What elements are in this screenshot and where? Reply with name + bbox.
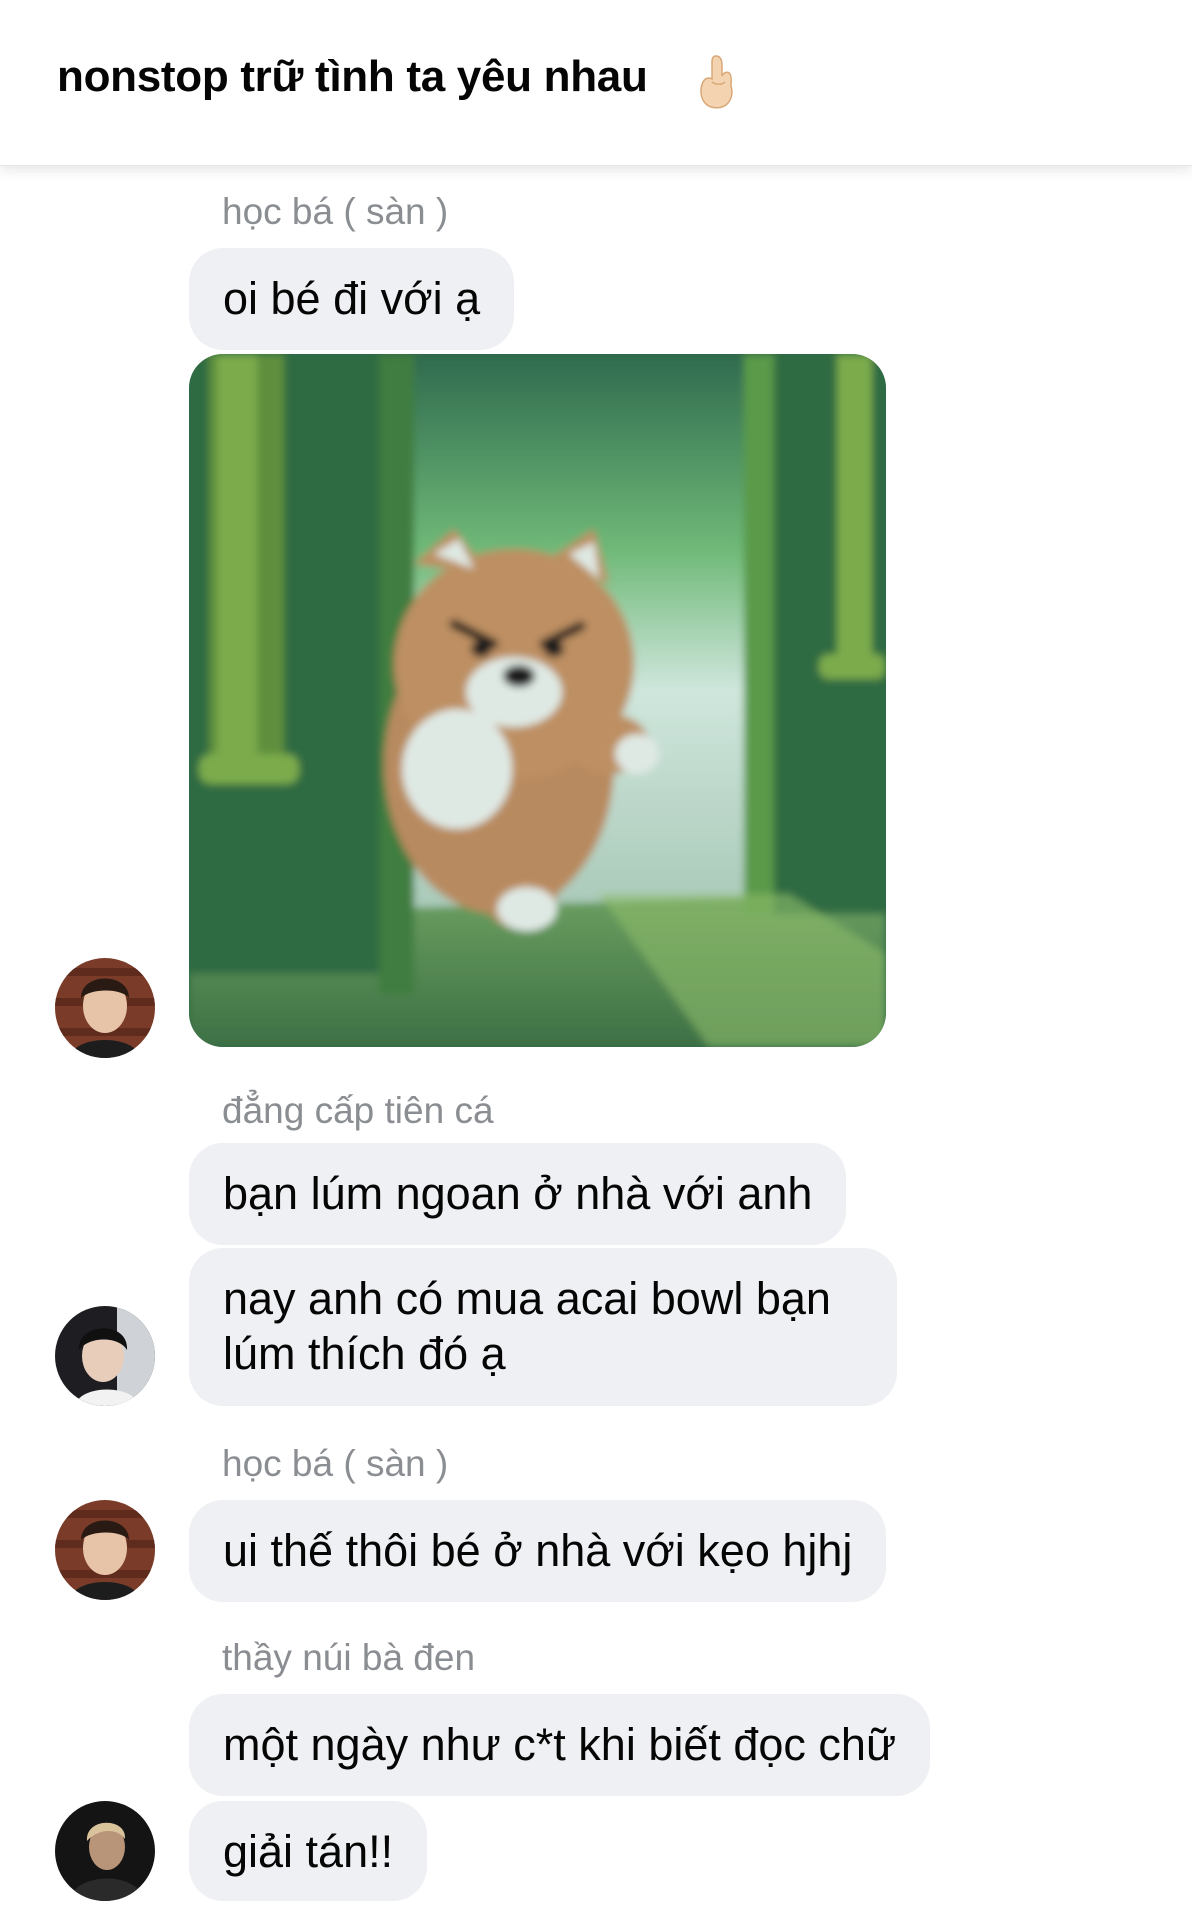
chat-screen: nonstop trữ tình ta yêu nhau học bá ( sà…	[0, 0, 1192, 1920]
sender-name: đẳng cấp tiên cá	[222, 1090, 494, 1131]
message-bubble[interactable]: ui thế thôi bé ở nhà với kẹo hjhj	[189, 1500, 887, 1602]
pinky-promise-hand-icon	[700, 55, 733, 109]
message-bubble[interactable]: nay anh có mua acai bowl bạn lúm thích đ…	[189, 1248, 897, 1406]
avatar[interactable]	[55, 1500, 155, 1600]
avatar[interactable]	[55, 1306, 155, 1406]
message-bubble[interactable]: giải tán!!	[189, 1801, 428, 1901]
chat-header: nonstop trữ tình ta yêu nhau	[0, 0, 1192, 166]
message-bubble[interactable]: bạn lúm ngoan ở nhà với anh	[189, 1143, 847, 1245]
chat-title[interactable]: nonstop trữ tình ta yêu nhau	[57, 52, 648, 102]
angry-bear-at-door-sticker[interactable]	[189, 354, 886, 1047]
sender-name: học bá ( sàn )	[222, 191, 449, 232]
sender-name: thầy núi bà đen	[222, 1637, 476, 1678]
message-bubble[interactable]: oi bé đi với ạ	[189, 248, 515, 350]
sender-name: học bá ( sàn )	[222, 1443, 449, 1484]
avatar[interactable]	[55, 1801, 155, 1901]
avatar[interactable]	[55, 958, 155, 1058]
message-bubble[interactable]: một ngày như c*t khi biết đọc chữ	[189, 1694, 931, 1796]
